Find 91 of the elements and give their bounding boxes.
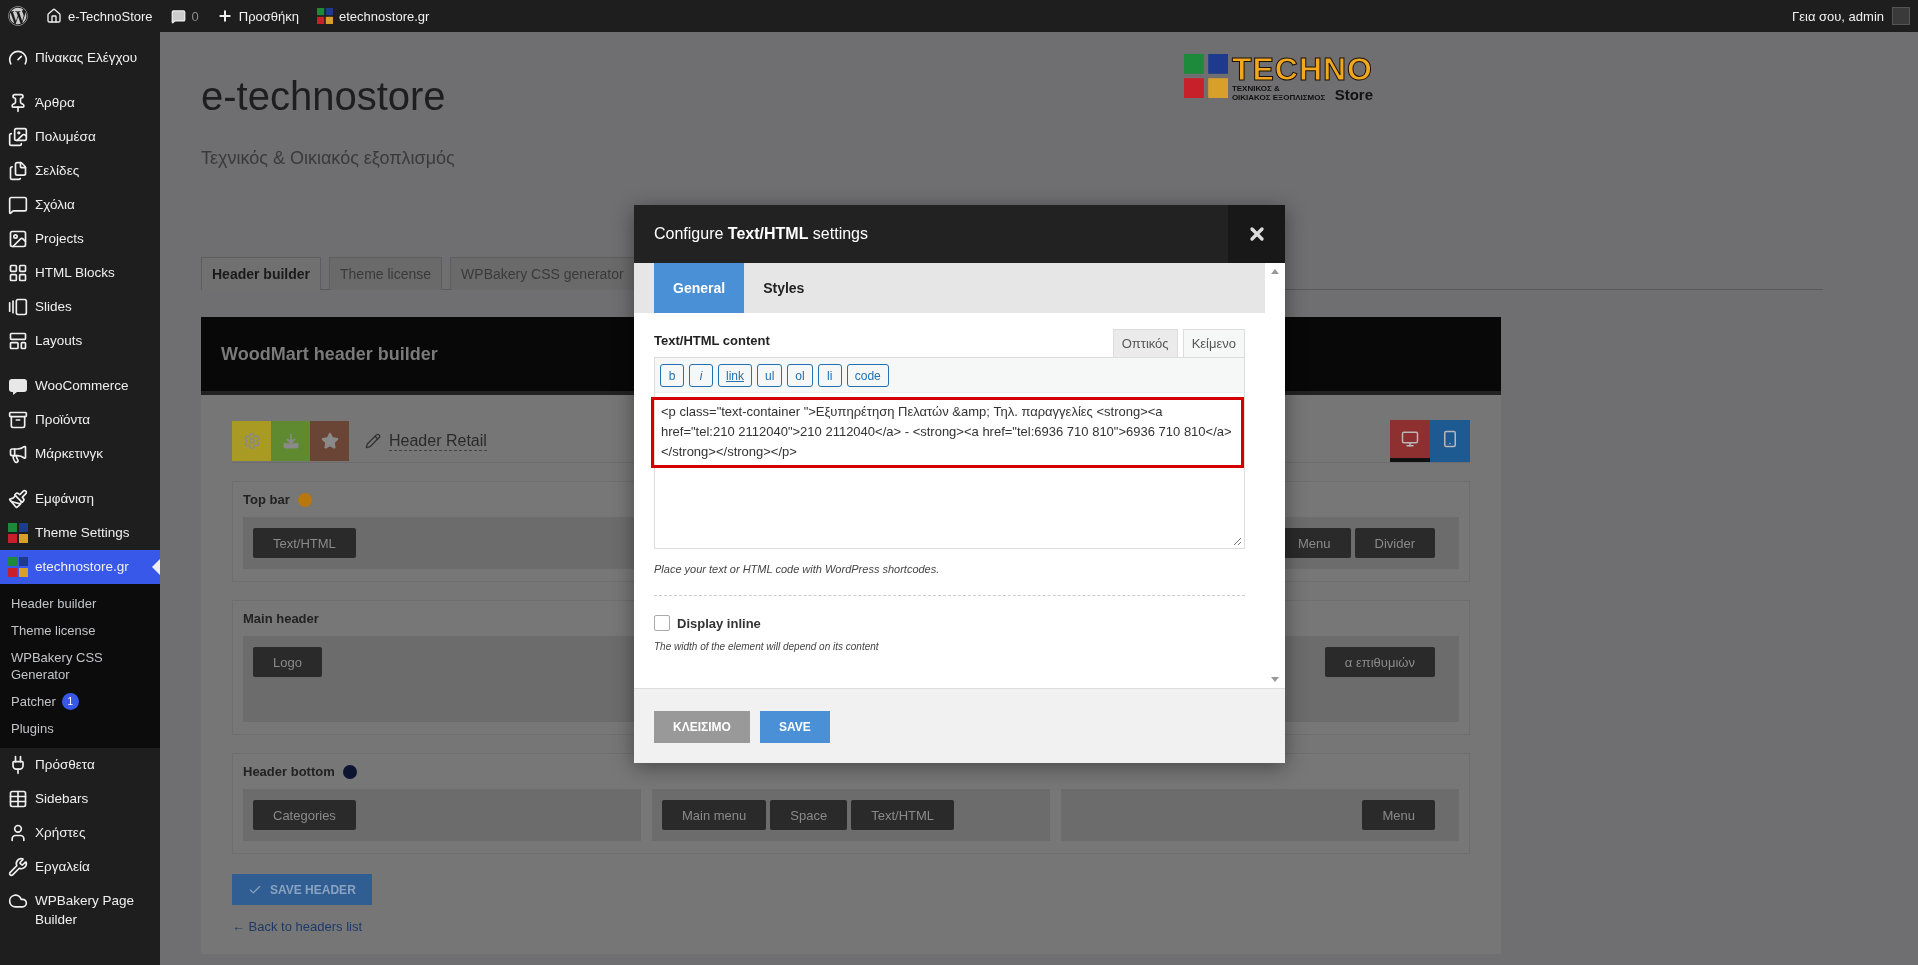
count-badge: 1: [61, 693, 79, 710]
format-button[interactable]: code: [846, 364, 889, 387]
site-tagline: Τεχνικός & Οικιακός εξοπλισμός: [201, 148, 455, 169]
header-element[interactable]: Space: [770, 800, 848, 830]
header-element[interactable]: Main menu: [662, 800, 767, 830]
submenu-item[interactable]: Theme license: [0, 617, 160, 644]
format-button[interactable]: i: [689, 364, 713, 387]
sidebar-menu-item[interactable]: Σχόλια: [0, 188, 160, 222]
logo-caption: ΤΕΧΝΙΚΟΣ & ΟΙΚΙΑΚΟΣ ΕΞΟΠΛΙΣΜΟΣ: [1231, 84, 1326, 102]
settings-tab[interactable]: Header builder: [201, 257, 322, 290]
sidebar-menu-item[interactable]: Σελίδες: [0, 154, 160, 188]
header-element[interactable]: Menu: [1362, 800, 1435, 830]
toolbar-button[interactable]: [310, 421, 349, 461]
submenu-item[interactable]: Plugins: [0, 715, 160, 742]
store-logo-icon: [8, 557, 28, 577]
wordpress-logo-icon[interactable]: [8, 6, 28, 26]
site-name-link[interactable]: e-TechnoStore: [46, 8, 153, 24]
sidebar-menu-item[interactable]: Πρόσθετα: [0, 748, 160, 782]
greeting-link[interactable]: Γεια σου, admin: [1792, 8, 1884, 24]
home-icon: [46, 8, 62, 24]
row-title: Main header: [243, 611, 319, 626]
sidebar-menu-item[interactable]: WPBakery Page Builder: [0, 884, 160, 936]
format-button[interactable]: link: [718, 364, 752, 387]
submenu-item[interactable]: Patcher 1: [0, 688, 160, 715]
format-button[interactable]: b: [660, 364, 684, 387]
site-link[interactable]: etechnostore.gr: [317, 8, 430, 24]
submenu-label: Header builder: [11, 595, 97, 612]
submenu-label: Theme license: [11, 622, 96, 639]
row-title: Top bar: [243, 492, 290, 507]
sidebar-menu-item[interactable]: WooCommerce: [0, 369, 160, 403]
sidebar-menu-item[interactable]: Πίνακας Ελέγχου: [0, 41, 160, 75]
sidebar-menu-item[interactable]: Χρήστες: [0, 816, 160, 850]
sidebar-menu-item[interactable]: Εμφάνιση: [0, 482, 160, 516]
sidebar-menu-item[interactable]: Theme Settings: [0, 516, 160, 550]
monitor-icon: [1401, 430, 1419, 448]
submenu-label: WPBakery CSS Generator: [11, 649, 104, 683]
sidebar-menu-item[interactable]: Εργαλεία: [0, 850, 160, 884]
site-logo-icon: [317, 8, 334, 24]
sidebar-menu-item[interactable]: etechnostore.gr: [0, 550, 160, 584]
woo-badge-icon: [8, 376, 28, 396]
device-button[interactable]: [1390, 420, 1430, 462]
row-title: Header bottom: [243, 764, 335, 779]
format-button[interactable]: li: [817, 364, 842, 387]
checkbox-label: Display inline: [677, 615, 761, 631]
checkbox[interactable]: [654, 615, 670, 631]
checkbox-hint: The width of the element will depend on its content: [654, 641, 880, 652]
resize-handle-icon[interactable]: [1232, 536, 1242, 546]
editor-mode-tab[interactable]: Οπτικός: [1112, 329, 1178, 358]
sidebar-menu-item[interactable]: Projects: [0, 222, 160, 256]
phone-icon: [1441, 430, 1459, 448]
sidebar-menu-item[interactable]: Sidebars: [0, 782, 160, 816]
comment-icon: [170, 8, 186, 24]
site-title: e-technostore: [201, 73, 447, 120]
comments-link[interactable]: 0: [170, 8, 199, 24]
star-icon: [320, 432, 339, 450]
header-element[interactable]: Logo: [253, 647, 322, 677]
dialog-title: Configure Text/HTML settings: [653, 225, 869, 243]
submenu-label: Plugins: [11, 720, 54, 737]
sidebar-menu-item[interactable]: Προϊόντα: [0, 403, 160, 437]
avatar-placeholder[interactable]: [1892, 7, 1910, 25]
format-button[interactable]: ul: [757, 364, 783, 387]
sidebar-menu-item[interactable]: Άρθρα: [0, 86, 160, 120]
sidebar-menu-item[interactable]: HTML Blocks: [0, 256, 160, 290]
new-content-link[interactable]: Προσθήκη: [216, 8, 300, 24]
close-button[interactable]: [1228, 205, 1285, 263]
editor-mode-tab[interactable]: Κείμενο: [1182, 329, 1245, 358]
header-element[interactable]: Divider: [1354, 528, 1435, 558]
field-hint: Place your text or HTML code with WordPress shortcodes.: [654, 563, 941, 575]
pencil-icon: [365, 433, 381, 449]
logo-wordmark: TECHNO: [1231, 54, 1373, 84]
sidebar-menu-item[interactable]: Slides: [0, 290, 160, 324]
plus-icon: [216, 8, 233, 24]
logo-subword: Store: [1334, 87, 1373, 102]
format-button[interactable]: ol: [787, 364, 813, 387]
header-element[interactable]: Categories: [253, 800, 356, 830]
header-element[interactable]: α επιθυμιών: [1324, 647, 1435, 677]
submenu-label: Patcher: [11, 693, 56, 710]
header-element[interactable]: Text/HTML: [253, 528, 356, 558]
sidebar-menu-item[interactable]: Πολυμέσα: [0, 120, 160, 154]
gear-icon: [242, 432, 261, 450]
dialog-tab[interactable]: Styles: [744, 263, 824, 313]
submenu-item[interactable]: Header builder: [0, 590, 160, 617]
sidebar-menu-item[interactable]: Μάρκετινγκ: [0, 437, 160, 471]
field-label: Text/HTML content: [654, 333, 770, 350]
download-icon: [281, 432, 300, 450]
store-logo-icon: [8, 523, 28, 543]
sidebar-menu-item[interactable]: Layouts: [0, 324, 160, 358]
highlighted-code-text: <p class="text-container ">Εξυπηρέτηση Πελατών &amp; Τηλ. παραγγελίες <strong><a href="tel:210 2112040">210 2112040</a> - <strong><a href="tel:6936 710 810">6936 710 810</a></strong></strong></p>: [651, 397, 1244, 468]
header-element[interactable]: Text/HTML: [851, 800, 955, 830]
submenu-item[interactable]: WPBakery CSS Generator: [0, 644, 160, 688]
logo-tiles-icon: [1183, 54, 1228, 98]
